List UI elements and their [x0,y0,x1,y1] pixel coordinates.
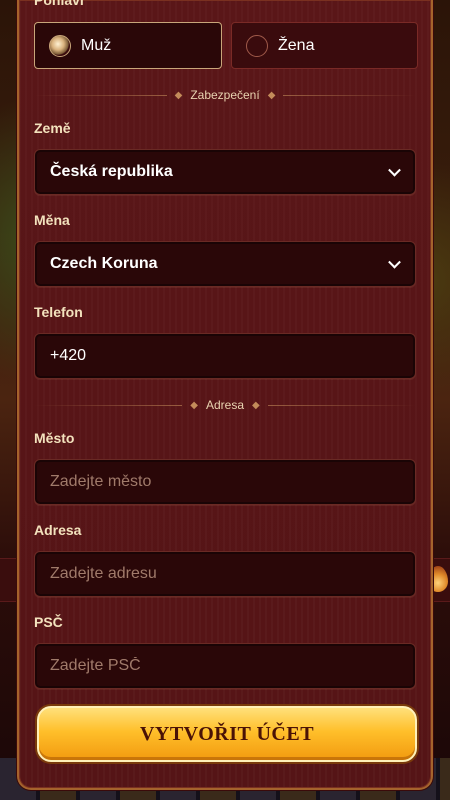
city-input[interactable] [50,473,400,491]
radio-selected-icon [49,34,71,57]
divider-line [34,404,183,406]
phone-input[interactable] [50,347,400,365]
chevron-down-icon [388,163,401,177]
currency-value: Czech Koruna [50,255,158,272]
country-label: Země [34,120,71,136]
gender-option-male[interactable]: Muž [34,22,222,69]
section-title: Adresa [205,398,245,412]
gender-option-label: Muž [81,36,112,54]
gender-option-label: Žena [278,36,315,54]
section-divider-address: ◆ Adresa ◆ [34,398,416,412]
address-input[interactable] [50,565,400,583]
country-value: Česká republika [50,163,173,180]
country-select[interactable]: Česká republika [34,149,416,195]
city-field[interactable] [34,459,416,505]
gender-option-female[interactable]: Žena [231,22,418,69]
phone-field[interactable] [34,333,416,379]
currency-label: Měna [34,212,70,228]
divider-line [34,94,167,96]
zip-field[interactable] [34,643,416,689]
chevron-down-icon [388,255,401,269]
radio-unselected-icon [246,34,268,57]
registration-form: Pohlaví Muž Žena ◆ Zabezpečení ◆ Země Če… [34,0,418,788]
currency-select[interactable]: Czech Koruna [34,241,416,287]
address-label: Adresa [34,522,82,538]
gender-label: Pohlaví [34,0,84,8]
zip-label: PSČ [34,614,63,630]
divider-line [267,404,416,406]
section-title: Zabezpečení [190,88,260,102]
section-divider-security: ◆ Zabezpečení ◆ [34,88,417,102]
city-label: Město [34,430,75,446]
phone-label: Telefon [34,304,83,320]
ornament-icon: ◆ [252,399,260,411]
registration-modal: Pohlaví Muž Žena ◆ Zabezpečení ◆ Země Če… [17,0,433,790]
ornament-icon: ◆ [190,399,198,411]
ornament-icon: ◆ [174,89,183,101]
ornament-icon: ◆ [267,89,276,101]
address-field[interactable] [34,551,416,597]
create-account-button[interactable]: VYTVOŘIT ÚČET [37,706,417,762]
divider-line [283,94,417,96]
zip-input[interactable] [50,657,400,675]
